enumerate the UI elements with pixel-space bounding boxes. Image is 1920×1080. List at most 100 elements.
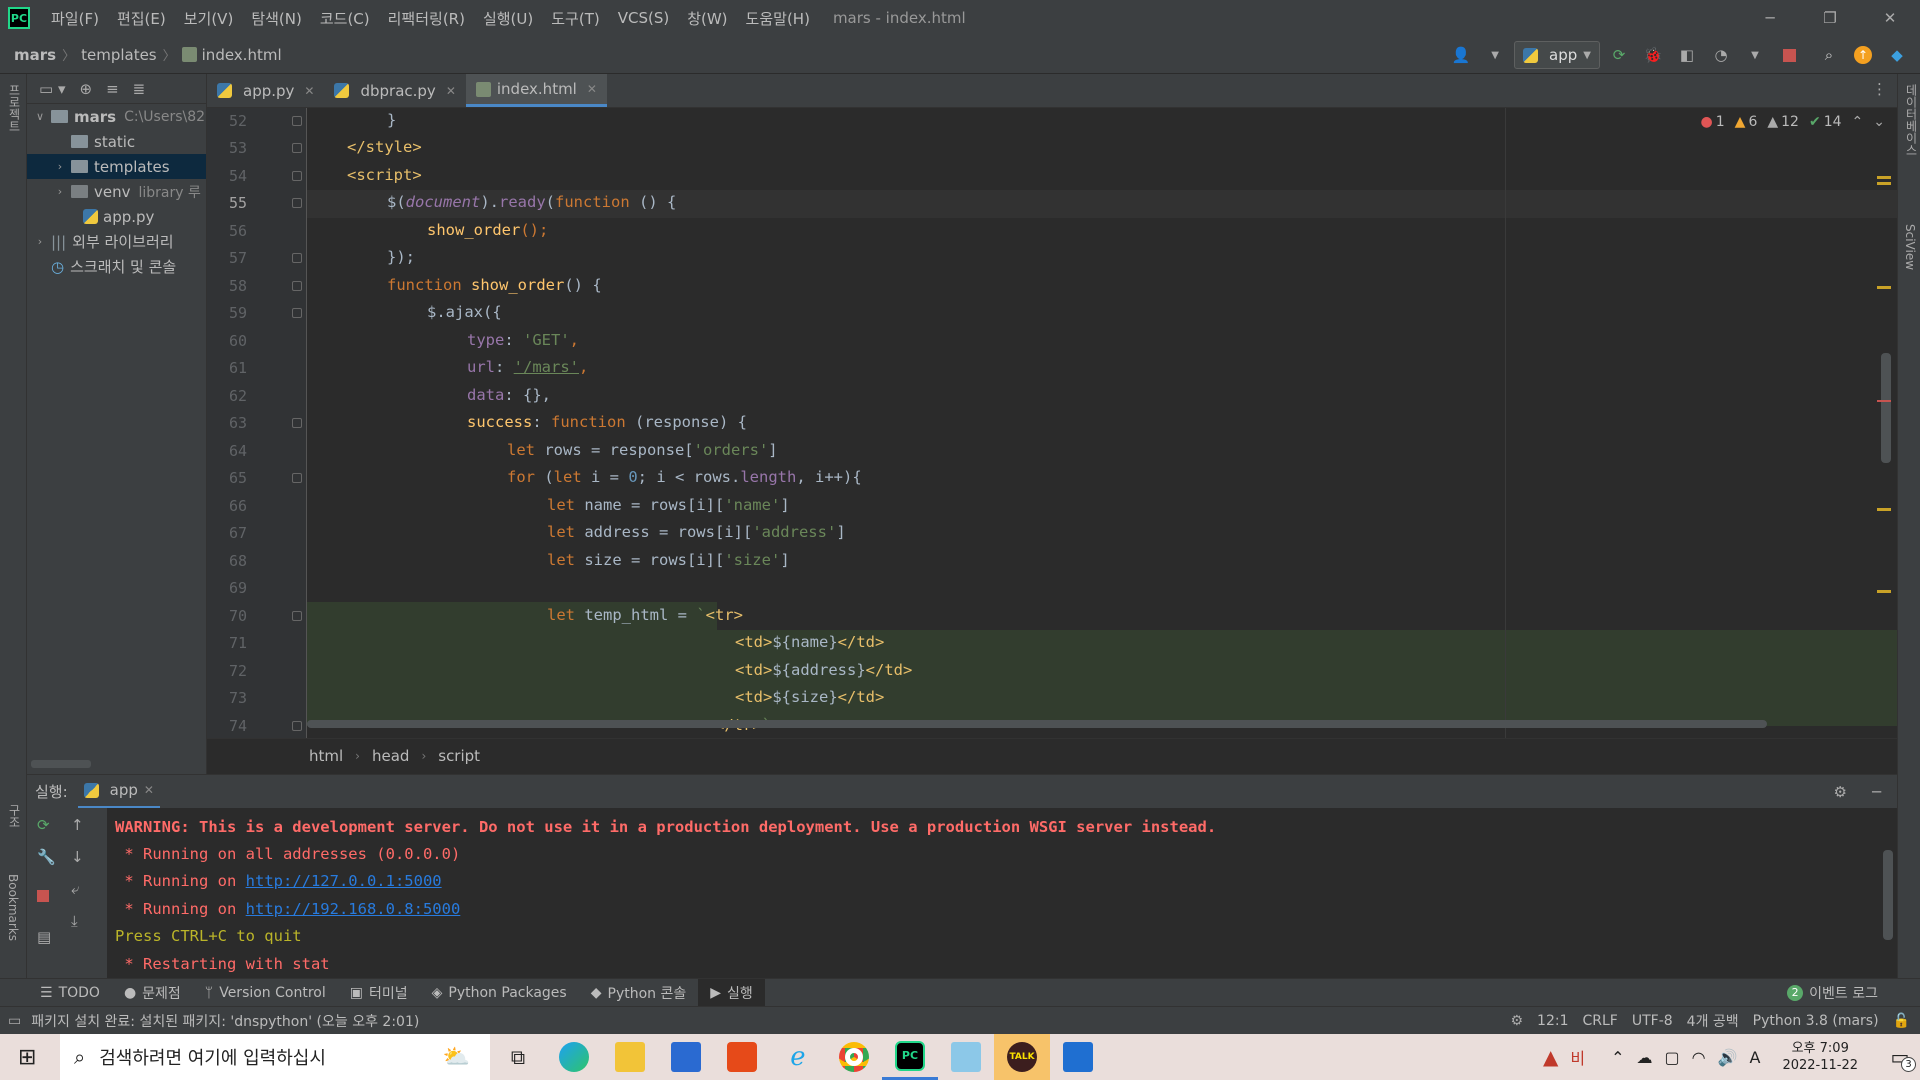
cloud-icon[interactable]: ☁ xyxy=(1636,1048,1652,1067)
run-config-select[interactable]: app ▼ xyxy=(1514,41,1600,69)
volume-icon[interactable]: 🔊 xyxy=(1718,1048,1738,1067)
tool-python-packages[interactable]: ◈ Python Packages xyxy=(420,985,579,1001)
settings-gear-icon[interactable]: ⚙ xyxy=(1834,783,1847,801)
kakaotalk-icon[interactable]: TALK xyxy=(994,1034,1050,1080)
soft-wrap-icon[interactable]: ⤶ xyxy=(71,880,79,898)
console-link[interactable]: http://127.0.0.1:5000 xyxy=(246,872,442,890)
coverage-icon[interactable]: ◧ xyxy=(1676,44,1698,66)
show-hidden-icons-icon[interactable]: ⌃ xyxy=(1611,1048,1624,1067)
code-editor[interactable]: 52 53 54 55 56 57 58 59 60 61 62 63 64 6… xyxy=(207,108,1897,738)
hide-panel-icon[interactable]: ─ xyxy=(1872,783,1881,801)
tool-python-console[interactable]: ◆ Python 콘솔 xyxy=(579,983,699,1003)
rerun-icon[interactable]: ⟳ xyxy=(37,816,50,834)
tree-item-scratches[interactable]: ◷ 스크래치 및 콘솔 xyxy=(27,254,206,279)
tab-dbprac-py[interactable]: dbprac.py ✕ xyxy=(324,74,465,107)
breadcrumb-html[interactable]: html xyxy=(309,747,343,765)
lock-icon[interactable]: 🔓 xyxy=(1893,1013,1910,1029)
locate-icon[interactable]: ⊕ xyxy=(79,80,92,98)
collapse-all-icon[interactable]: ≣ xyxy=(133,80,146,98)
tool-version-control[interactable]: ᛘ Version Control xyxy=(193,985,338,1001)
arrow-up-icon[interactable]: ↑ xyxy=(71,816,84,834)
chevron-down-icon[interactable]: ▼ xyxy=(1744,44,1766,66)
error-stripe-mark[interactable] xyxy=(1877,508,1891,511)
error-stripe-mark[interactable] xyxy=(1877,590,1891,593)
vertical-scrollbar[interactable] xyxy=(1881,353,1891,463)
bookmarks-tool-label[interactable]: Bookmarks xyxy=(6,874,20,941)
fold-marker-icon[interactable] xyxy=(292,308,302,318)
rerun-icon[interactable]: ⟳ xyxy=(1608,44,1630,66)
python-interpreter[interactable]: Python 3.8 (mars) xyxy=(1753,1013,1879,1029)
close-icon[interactable]: ✕ xyxy=(1860,0,1920,36)
notification-center[interactable]: ▭ 3 xyxy=(1880,1034,1920,1080)
breadcrumb-folder[interactable]: templates xyxy=(81,46,157,64)
error-stripe-mark[interactable] xyxy=(1877,400,1891,402)
microsoft-store-icon[interactable] xyxy=(658,1034,714,1080)
tool-run[interactable]: ▶ 실행 xyxy=(698,978,765,1007)
profile-icon[interactable]: ◔ xyxy=(1710,44,1732,66)
layout-icon[interactable]: ▤ xyxy=(37,928,51,946)
tree-item-external-libraries[interactable]: › ||| 외부 라이브러리 xyxy=(27,229,206,254)
run-console[interactable]: ⟳ ↑ 🔧 ↓ ⤶ ⤓ ▤ WARNING: This is a develop… xyxy=(27,808,1897,978)
file-explorer-icon[interactable] xyxy=(602,1034,658,1080)
more-tabs-icon[interactable]: ⋮ xyxy=(1872,80,1887,98)
search-icon[interactable]: ⌕ xyxy=(1818,44,1840,66)
ime-indicator[interactable]: A xyxy=(1749,1048,1760,1067)
run-tab-app[interactable]: app ✕ xyxy=(77,775,160,809)
close-tab-icon[interactable]: ✕ xyxy=(446,84,456,98)
menu-refactor[interactable]: 리팩터링(R) xyxy=(379,8,474,29)
task-view-icon[interactable]: ⧉ xyxy=(490,1034,546,1080)
windows-start-icon[interactable]: ⊞ xyxy=(18,1045,36,1070)
error-stripe-mark[interactable] xyxy=(1877,182,1891,185)
update-icon[interactable]: ↑ xyxy=(1852,44,1874,66)
fold-marker-icon[interactable] xyxy=(292,418,302,428)
arrow-down-icon[interactable]: ↓ xyxy=(71,848,84,866)
fold-marker-icon[interactable] xyxy=(292,143,302,153)
device-icon[interactable]: ▢ xyxy=(1664,1048,1679,1067)
fold-marker-icon[interactable] xyxy=(292,611,302,621)
menu-edit[interactable]: 편집(E) xyxy=(108,8,175,29)
tool-problems[interactable]: ● 문제점 xyxy=(112,983,193,1003)
line-separator[interactable]: CRLF xyxy=(1583,1013,1618,1029)
weak-warnings-indicator[interactable]: ▲ 12 xyxy=(1767,114,1799,130)
database-tool-label[interactable]: 데이터베이스 xyxy=(1903,84,1920,156)
wrench-icon[interactable]: 🔧 xyxy=(37,848,56,866)
close-tab-icon[interactable]: ✕ xyxy=(144,783,154,797)
notepad-icon[interactable] xyxy=(938,1034,994,1080)
weather-alert-icon[interactable]: ▲ xyxy=(1543,1045,1558,1069)
next-highlight-icon[interactable]: ⌄ xyxy=(1873,114,1885,130)
tree-item-app-py[interactable]: app.py xyxy=(27,204,206,229)
breadcrumb-head[interactable]: head xyxy=(372,747,409,765)
background-tasks-icon[interactable]: ⚙ xyxy=(1510,1013,1523,1029)
fold-marker-icon[interactable] xyxy=(292,253,302,263)
close-tab-icon[interactable]: ✕ xyxy=(304,84,314,98)
tool-event-log[interactable]: 2 이벤트 로그 xyxy=(1775,983,1890,1003)
console-link[interactable]: http://192.168.0.8:5000 xyxy=(246,900,461,918)
structure-tool-label[interactable]: 구조 xyxy=(6,804,23,828)
chrome-icon[interactable] xyxy=(826,1034,882,1080)
network-icon[interactable]: ◠ xyxy=(1692,1048,1706,1067)
view-mode-icon[interactable]: ▭ ▾ xyxy=(39,80,65,98)
project-tool-label[interactable]: 프로젝트 xyxy=(6,84,23,132)
error-stripe-mark[interactable] xyxy=(1877,176,1891,179)
tree-item-venv[interactable]: › venv library 루 xyxy=(27,179,206,204)
horizontal-scrollbar[interactable] xyxy=(31,760,91,768)
fold-marker-icon[interactable] xyxy=(292,116,302,126)
restore-icon[interactable]: ❐ xyxy=(1800,0,1860,36)
fold-marker-icon[interactable] xyxy=(292,171,302,181)
breadcrumb-file[interactable]: index.html xyxy=(202,46,282,64)
stop-icon[interactable] xyxy=(37,890,49,902)
memo-app-icon[interactable] xyxy=(1050,1034,1106,1080)
fold-marker-icon[interactable] xyxy=(292,721,302,731)
breadcrumb-project[interactable]: mars xyxy=(14,46,56,64)
debug-icon[interactable]: 🐞 xyxy=(1642,44,1664,66)
stop-icon[interactable] xyxy=(1778,44,1800,66)
taskbar-search[interactable]: ⌕ 검색하려면 여기에 입력하십시 ⛅ xyxy=(60,1034,490,1080)
close-tab-icon[interactable]: ✕ xyxy=(587,82,597,96)
menu-help[interactable]: 도움말(H) xyxy=(737,8,819,29)
inspection-widget[interactable]: ● 1 ▲ 6 ▲ 12 ✔ 14 ⌃ ⌄ xyxy=(1701,114,1885,130)
fold-marker-icon[interactable] xyxy=(292,281,302,291)
tab-app-py[interactable]: app.py ✕ xyxy=(207,74,324,107)
office-icon[interactable] xyxy=(714,1034,770,1080)
typos-indicator[interactable]: ✔ 14 xyxy=(1809,114,1842,130)
tab-index-html[interactable]: index.html ✕ xyxy=(465,74,607,107)
